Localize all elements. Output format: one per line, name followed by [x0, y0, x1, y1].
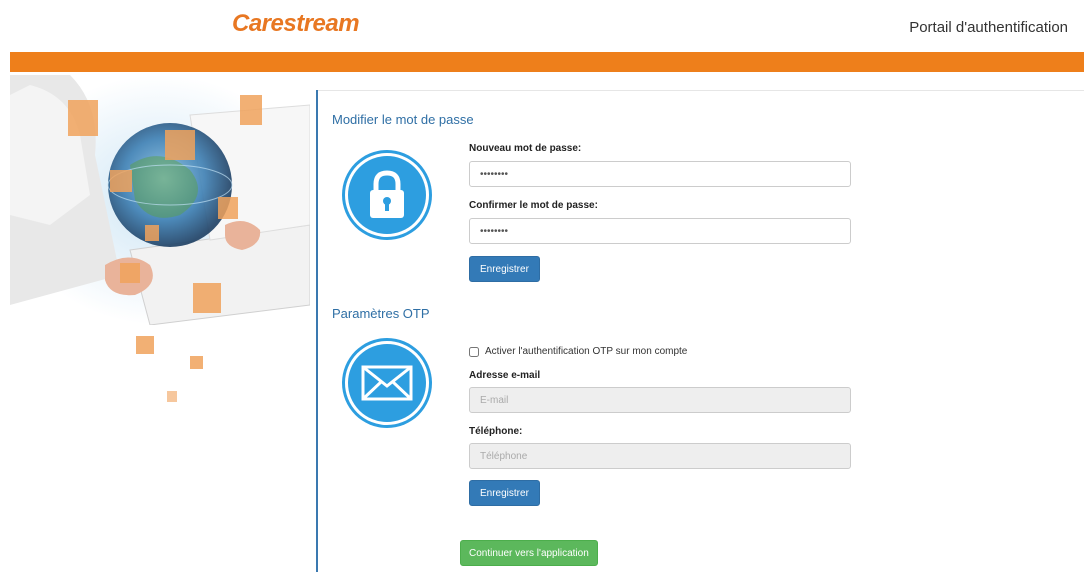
phone-input[interactable]: [469, 443, 851, 469]
email-input[interactable]: [469, 387, 851, 413]
decorative-square: [136, 336, 154, 354]
decorative-square: [190, 356, 203, 369]
padlock-icon: [345, 153, 429, 237]
confirm-password-input[interactable]: [469, 218, 851, 244]
enable-otp-checkbox[interactable]: [469, 346, 479, 357]
envelope-icon: [345, 341, 429, 425]
otp-section-title: Paramètres OTP: [332, 306, 430, 321]
continue-to-app-button[interactable]: Continuer vers l'application: [460, 540, 598, 566]
new-password-input[interactable]: [469, 161, 851, 187]
phone-label: Téléphone:: [469, 426, 523, 437]
content-divider: [316, 90, 318, 572]
header: Carestream Portail d'authentification: [0, 0, 1090, 52]
enable-otp-label: Activer l'authentification OTP sur mon c…: [485, 346, 688, 357]
portal-title: Portail d'authentification: [909, 19, 1068, 36]
new-password-label: Nouveau mot de passe:: [469, 143, 582, 154]
save-password-button[interactable]: Enregistrer: [469, 256, 540, 282]
email-label: Adresse e-mail: [469, 370, 541, 381]
brand-banner: [10, 52, 1084, 72]
decorative-square: [167, 391, 177, 402]
save-otp-button[interactable]: Enregistrer: [469, 480, 540, 506]
content-top-border: [318, 90, 1084, 91]
confirm-password-label: Confirmer le mot de passe:: [469, 200, 598, 211]
carestream-logo: Carestream: [232, 10, 360, 37]
laptop-globe-illustration: [10, 75, 310, 325]
hero-illustration: [10, 75, 310, 325]
enable-otp-option[interactable]: Activer l'authentification OTP sur mon c…: [469, 346, 687, 357]
password-section-title: Modifier le mot de passe: [332, 112, 474, 127]
